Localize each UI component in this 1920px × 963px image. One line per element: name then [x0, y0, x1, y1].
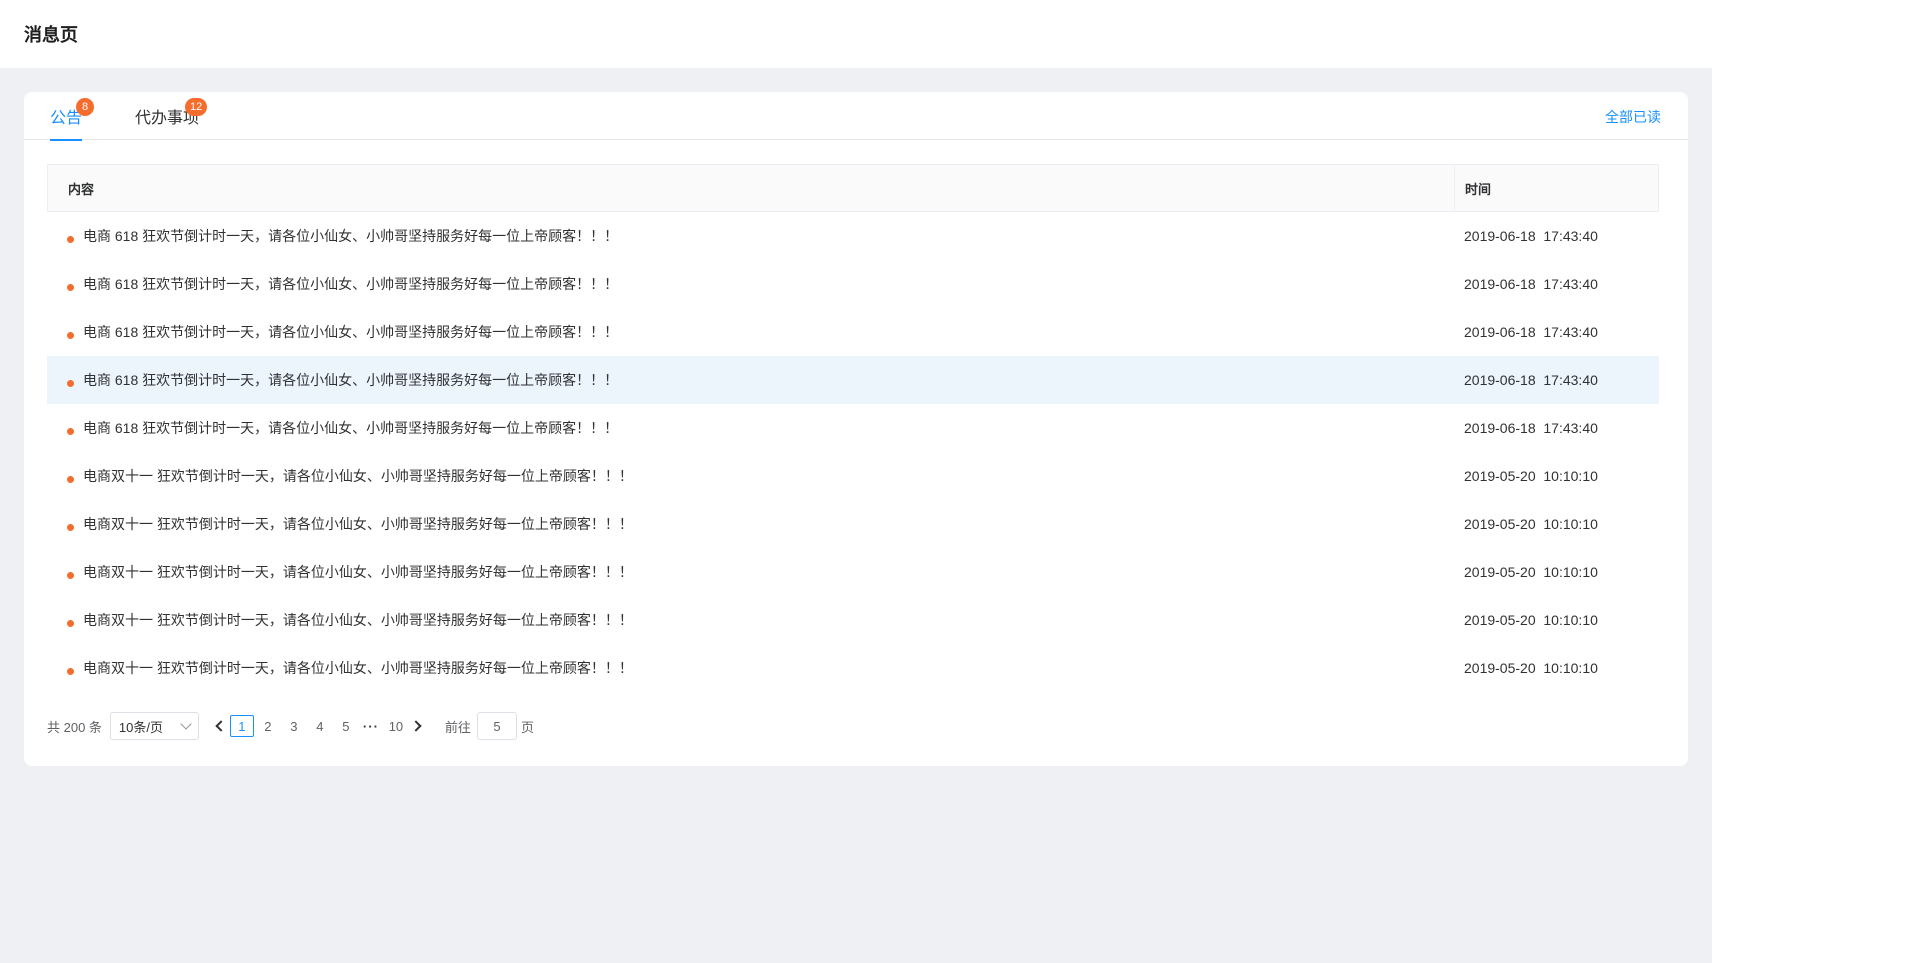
message-content-cell: 电商双十一 狂欢节倒计时一天，请各位小仙女、小帅哥坚持服务好每一位上帝顾客！！！	[47, 514, 1454, 534]
table-row[interactable]: 电商 618 狂欢节倒计时一天，请各位小仙女、小帅哥坚持服务好每一位上帝顾客！！…	[47, 356, 1659, 404]
message-time-cell: 2019-05-20 10:10:10	[1464, 660, 1598, 676]
table-row[interactable]: 电商双十一 狂欢节倒计时一天，请各位小仙女、小帅哥坚持服务好每一位上帝顾客！！！…	[47, 500, 1659, 548]
message-content-cell: 电商 618 狂欢节倒计时一天，请各位小仙女、小帅哥坚持服务好每一位上帝顾客！！…	[47, 322, 1454, 342]
message-content-cell: 电商双十一 狂欢节倒计时一天，请各位小仙女、小帅哥坚持服务好每一位上帝顾客！！！	[47, 658, 1454, 678]
chevron-down-icon	[180, 718, 192, 730]
message-content-cell: 电商 618 狂欢节倒计时一天，请各位小仙女、小帅哥坚持服务好每一位上帝顾客！！…	[47, 226, 1454, 246]
message-time-cell: 2019-05-20 10:10:10	[1464, 564, 1598, 580]
message-text: 电商 618 狂欢节倒计时一天，请各位小仙女、小帅哥坚持服务好每一位上帝顾客！！…	[83, 228, 619, 244]
table-body: 电商 618 狂欢节倒计时一天，请各位小仙女、小帅哥坚持服务好每一位上帝顾客！！…	[47, 212, 1659, 692]
unread-dot-icon	[67, 332, 74, 339]
unread-dot-icon	[67, 620, 74, 627]
tab-todo-badge: 12	[185, 98, 208, 116]
message-time-cell: 2019-05-20 10:10:10	[1464, 612, 1598, 628]
table-row[interactable]: 电商 618 狂欢节倒计时一天，请各位小仙女、小帅哥坚持服务好每一位上帝顾客！！…	[47, 212, 1659, 260]
page-button-4[interactable]: 4	[308, 715, 332, 737]
message-content-cell: 电商双十一 狂欢节倒计时一天，请各位小仙女、小帅哥坚持服务好每一位上帝顾客！！！	[47, 610, 1454, 630]
unread-dot-icon	[67, 476, 74, 483]
page-header: 消息页	[0, 0, 1712, 68]
page-size-value: 10条/页	[118, 719, 163, 735]
unread-dot-icon	[67, 236, 74, 243]
page-button-1[interactable]: 1	[229, 715, 254, 737]
message-text: 电商 618 狂欢节倒计时一天，请各位小仙女、小帅哥坚持服务好每一位上帝顾客！！…	[83, 420, 619, 436]
table-row[interactable]: 电商双十一 狂欢节倒计时一天，请各位小仙女、小帅哥坚持服务好每一位上帝顾客！！！…	[47, 452, 1659, 500]
tab-announcements-badge: 8	[76, 98, 94, 116]
message-text: 电商双十一 狂欢节倒计时一天，请各位小仙女、小帅哥坚持服务好每一位上帝顾客！！！	[83, 612, 633, 628]
message-time-cell: 2019-06-18 17:43:40	[1464, 324, 1598, 340]
message-time-cell: 2019-06-18 17:43:40	[1464, 276, 1598, 292]
message-time-cell: 2019-06-18 17:43:40	[1464, 420, 1598, 436]
message-content-cell: 电商 618 狂欢节倒计时一天，请各位小仙女、小帅哥坚持服务好每一位上帝顾客！！…	[47, 418, 1454, 438]
message-card: 公告 8 代办事项 12 全部已读 内容 时间 电商 618 狂欢节倒计时一天，…	[24, 92, 1688, 766]
page-button-10[interactable]: 10	[384, 715, 408, 737]
message-time-cell: 2019-05-20 10:10:10	[1464, 516, 1598, 532]
mark-all-read-link[interactable]: 全部已读	[1605, 107, 1661, 127]
unread-dot-icon	[67, 668, 74, 675]
chevron-left-icon	[215, 720, 228, 732]
message-text: 电商双十一 狂欢节倒计时一天，请各位小仙女、小帅哥坚持服务好每一位上帝顾客！！！	[83, 516, 633, 532]
table-row[interactable]: 电商双十一 狂欢节倒计时一天，请各位小仙女、小帅哥坚持服务好每一位上帝顾客！！！…	[47, 644, 1659, 692]
app: 消息页 公告 8 代办事项 12 全部已读 内容 时间 电商 618 狂欢节倒计…	[0, 0, 1712, 963]
message-time-cell: 2019-05-20 10:10:10	[1464, 468, 1598, 484]
table-row[interactable]: 电商双十一 狂欢节倒计时一天，请各位小仙女、小帅哥坚持服务好每一位上帝顾客！！！…	[47, 596, 1659, 644]
page-button-3[interactable]: 3	[282, 715, 306, 737]
jump-label: 前往	[444, 719, 471, 735]
table-header: 内容 时间	[47, 164, 1659, 212]
total-count: 共 200 条	[47, 719, 102, 735]
unread-dot-icon	[67, 572, 74, 579]
column-header-time: 时间	[1465, 181, 1492, 197]
table-row[interactable]: 电商双十一 狂欢节倒计时一天，请各位小仙女、小帅哥坚持服务好每一位上帝顾客！！！…	[47, 548, 1659, 596]
message-content-cell: 电商双十一 狂欢节倒计时一天，请各位小仙女、小帅哥坚持服务好每一位上帝顾客！！！	[47, 562, 1454, 582]
jump-suffix: 页	[520, 719, 534, 735]
unread-dot-icon	[67, 524, 74, 531]
unread-dot-icon	[67, 284, 74, 291]
page-button-5[interactable]: 5	[334, 715, 358, 737]
chevron-right-icon	[410, 720, 423, 732]
tab-bar: 公告 8 代办事项 12 全部已读	[24, 92, 1688, 141]
message-content-cell: 电商 618 狂欢节倒计时一天，请各位小仙女、小帅哥坚持服务好每一位上帝顾客！！…	[47, 370, 1454, 390]
unread-dot-icon	[67, 428, 74, 435]
page-button-2[interactable]: 2	[256, 715, 280, 737]
table-row[interactable]: 电商 618 狂欢节倒计时一天，请各位小仙女、小帅哥坚持服务好每一位上帝顾客！！…	[47, 260, 1659, 308]
next-page-button[interactable]	[409, 712, 427, 740]
message-content-cell: 电商双十一 狂欢节倒计时一天，请各位小仙女、小帅哥坚持服务好每一位上帝顾客！！！	[47, 466, 1454, 486]
message-content-cell: 电商 618 狂欢节倒计时一天，请各位小仙女、小帅哥坚持服务好每一位上帝顾客！！…	[47, 274, 1454, 294]
message-time-cell: 2019-06-18 17:43:40	[1464, 372, 1598, 388]
unread-dot-icon	[67, 380, 74, 387]
message-table: 内容 时间 电商 618 狂欢节倒计时一天，请各位小仙女、小帅哥坚持服务好每一位…	[47, 164, 1659, 692]
page-size-select[interactable]: 10条/页	[109, 712, 199, 740]
message-text: 电商 618 狂欢节倒计时一天，请各位小仙女、小帅哥坚持服务好每一位上帝顾客！！…	[83, 276, 619, 292]
message-text: 电商双十一 狂欢节倒计时一天，请各位小仙女、小帅哥坚持服务好每一位上帝顾客！！！	[83, 564, 633, 580]
message-time-cell: 2019-06-18 17:43:40	[1464, 228, 1598, 244]
tab-announcements[interactable]: 公告 8	[50, 92, 94, 141]
column-header-content: 内容	[48, 165, 1455, 211]
table-row[interactable]: 电商 618 狂欢节倒计时一天，请各位小仙女、小帅哥坚持服务好每一位上帝顾客！！…	[47, 308, 1659, 356]
jump-page-input[interactable]	[476, 712, 517, 740]
page-title: 消息页	[24, 25, 78, 45]
message-text: 电商 618 狂欢节倒计时一天，请各位小仙女、小帅哥坚持服务好每一位上帝顾客！！…	[83, 372, 619, 388]
tab-todo[interactable]: 代办事项 12	[135, 92, 208, 140]
active-tab-indicator	[50, 139, 83, 141]
prev-page-button[interactable]	[211, 712, 229, 740]
message-text: 电商 618 狂欢节倒计时一天，请各位小仙女、小帅哥坚持服务好每一位上帝顾客！！…	[83, 324, 619, 340]
table-row[interactable]: 电商 618 狂欢节倒计时一天，请各位小仙女、小帅哥坚持服务好每一位上帝顾客！！…	[47, 404, 1659, 452]
message-text: 电商双十一 狂欢节倒计时一天，请各位小仙女、小帅哥坚持服务好每一位上帝顾客！！！	[83, 468, 633, 484]
message-text: 电商双十一 狂欢节倒计时一天，请各位小仙女、小帅哥坚持服务好每一位上帝顾客！！！	[83, 660, 633, 676]
more-pages-icon[interactable]: ···	[363, 719, 379, 734]
pagination: 共 200 条 10条/页 1 2 3 4 5 ··· 10 前往 页	[47, 712, 534, 740]
